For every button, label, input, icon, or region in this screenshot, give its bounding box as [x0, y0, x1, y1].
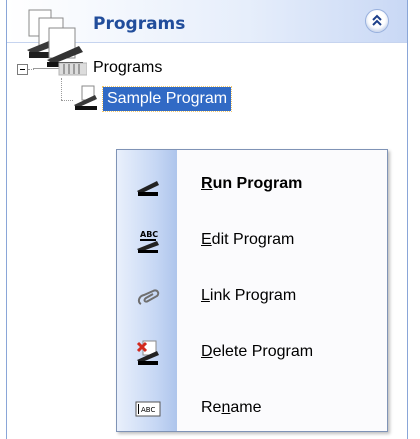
label-part: Re — [201, 399, 222, 416]
mnemonic: E — [201, 231, 212, 248]
mnemonic: R — [201, 175, 213, 192]
menu-item-link-program[interactable]: Link Program — [117, 269, 387, 325]
folder-list-icon — [33, 62, 87, 76]
svg-text:ABC: ABC — [140, 230, 158, 239]
menu-item-run-program[interactable]: Run Program — [117, 157, 387, 213]
panel-title: Programs — [93, 14, 186, 34]
link-clip-icon — [137, 289, 160, 305]
context-menu: Run Program ABC Edit Program Link Progra… — [116, 149, 388, 432]
tree-connector — [61, 78, 63, 100]
menu-label: Run Program — [201, 175, 302, 193]
menu-label: Link Program — [201, 287, 296, 305]
delete-x-icon — [136, 340, 159, 365]
mnemonic: D — [201, 343, 213, 360]
tree-connector — [61, 100, 73, 102]
rename-abc-icon: ABC — [135, 401, 161, 417]
menu-label: Edit Program — [201, 231, 294, 249]
tree-item-sample-program[interactable]: Sample Program — [101, 86, 233, 112]
tree-item-programs[interactable]: Programs — [93, 59, 162, 77]
mnemonic: L — [201, 287, 210, 304]
panel-header[interactable]: Programs — [7, 0, 407, 67]
scanner-icon — [74, 85, 97, 110]
label-part: ame — [230, 399, 262, 416]
menu-label: Rename — [201, 399, 261, 417]
collapse-button[interactable] — [365, 9, 389, 33]
label-part: ink Program — [209, 287, 297, 304]
tree-expander-icon[interactable] — [17, 64, 28, 75]
menu-item-edit-program[interactable]: ABC Edit Program — [117, 213, 387, 269]
edit-abc-icon: ABC — [137, 230, 159, 253]
menu-item-rename[interactable]: ABC Rename — [117, 381, 387, 437]
label-part: elete Program — [212, 343, 314, 360]
menu-label: Delete Program — [201, 343, 313, 361]
label-part: dit Program — [211, 231, 295, 248]
scanner-icon — [137, 181, 159, 196]
svg-text:ABC: ABC — [141, 406, 155, 414]
label-part: un Program — [212, 175, 303, 192]
double-chevron-up-icon — [372, 14, 382, 26]
menu-item-delete-program[interactable]: Delete Program — [117, 325, 387, 381]
